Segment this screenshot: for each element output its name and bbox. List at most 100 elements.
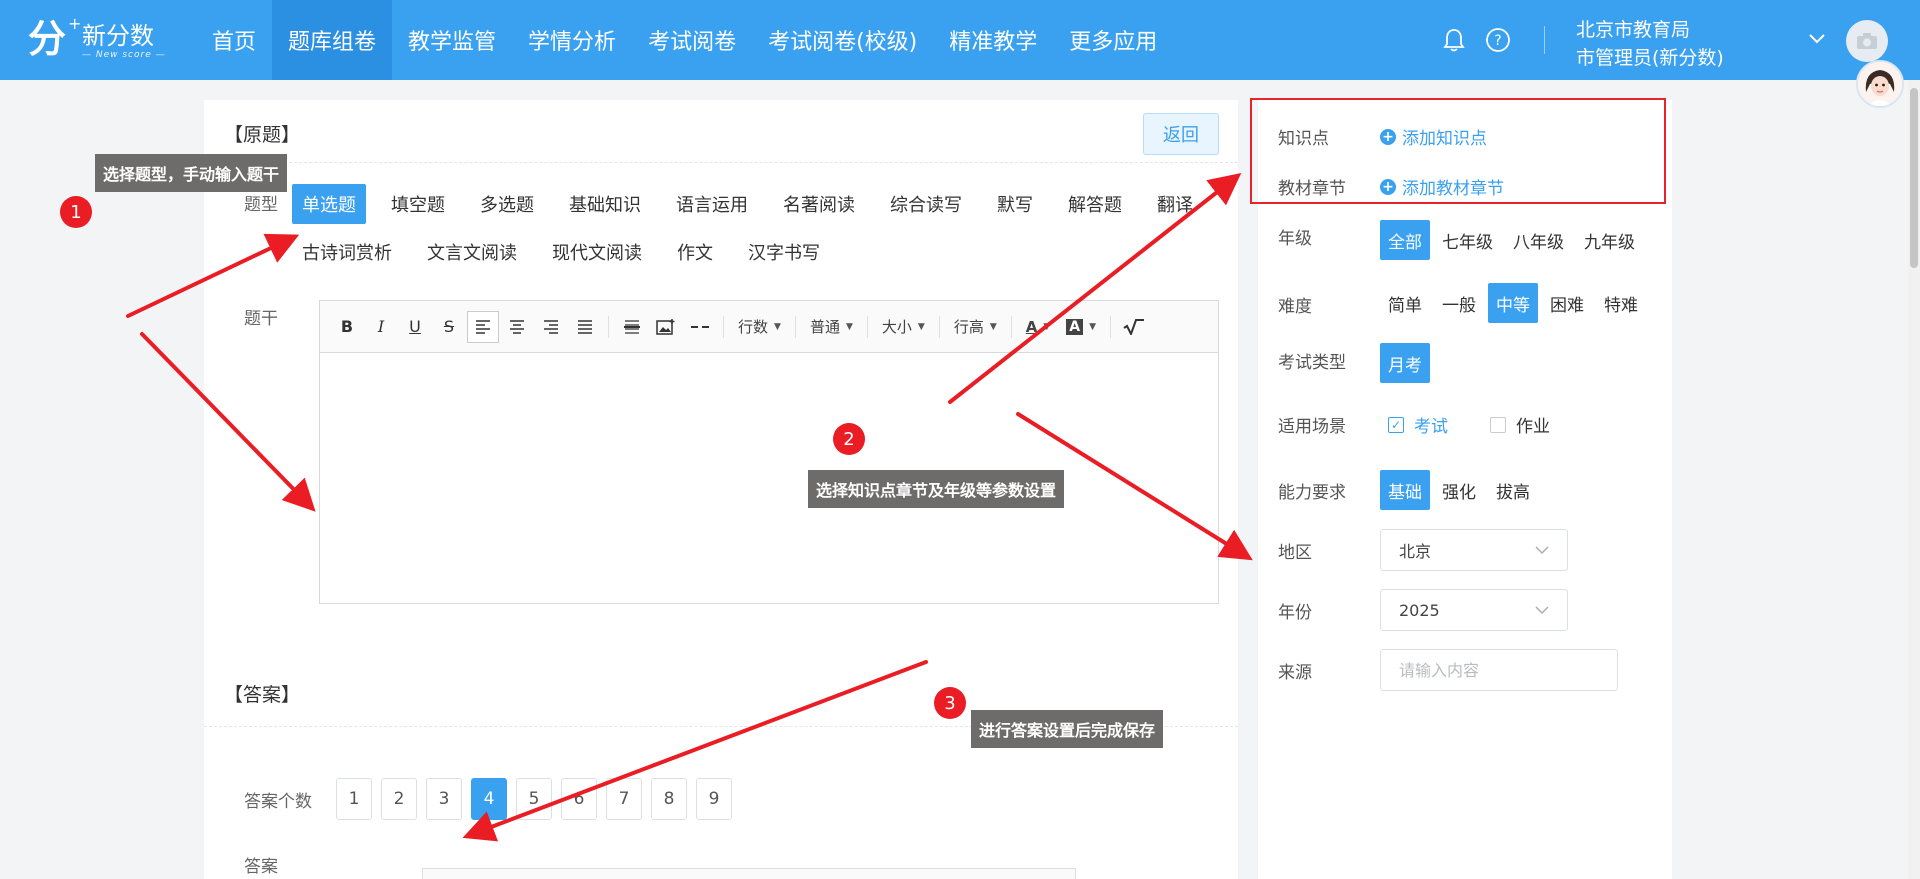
logo-tagline: — New score — <box>82 50 166 60</box>
scene-homework-checkbox[interactable]: 作业 <box>1490 412 1550 437</box>
answer-count-group: 答案个数 1 2 3 4 5 6 7 8 9 <box>244 778 741 820</box>
difficulty-very-hard[interactable]: 特难 <box>1596 283 1646 323</box>
formula-icon[interactable] <box>1118 311 1150 343</box>
background-color-dropdown[interactable]: A ▼ <box>1058 311 1104 343</box>
insert-image-icon[interactable] <box>650 311 682 343</box>
type-modern-reading[interactable]: 现代文阅读 <box>542 232 652 272</box>
difficulty-hard[interactable]: 困难 <box>1542 283 1592 323</box>
difficulty-label: 难度 <box>1278 297 1312 317</box>
nav-item-precise-teaching[interactable]: 精准教学 <box>933 0 1053 80</box>
check-icon: ✓ <box>1388 416 1404 433</box>
nav-divider <box>1544 26 1545 54</box>
italic-button[interactable]: I <box>365 311 397 343</box>
nav-item-learning-analysis[interactable]: 学情分析 <box>512 0 632 80</box>
step-tip-3: 进行答案设置后完成保存 <box>971 710 1164 748</box>
editor-toolbar: B I U S 行数 ▼ 普通 ▼ 大小 ▼ 行高 ▼ A ▼ A ▼ <box>320 301 1218 353</box>
rich-text-editor: B I U S 行数 ▼ 普通 ▼ 大小 ▼ 行高 ▼ A ▼ A ▼ <box>319 300 1219 604</box>
align-right-icon[interactable] <box>535 311 567 343</box>
line-count-dropdown[interactable]: 行数 ▼ <box>730 311 789 343</box>
line-height-dropdown[interactable]: 行高 ▼ <box>946 311 1005 343</box>
difficulty-easy[interactable]: 简单 <box>1380 283 1430 323</box>
font-color-dropdown[interactable]: A ▼ <box>1018 311 1059 343</box>
type-classic-reading[interactable]: 名著阅读 <box>773 184 865 224</box>
answer-count-7[interactable]: 7 <box>606 778 642 820</box>
answer-count-9[interactable]: 9 <box>696 778 732 820</box>
underline-button[interactable]: U <box>399 311 431 343</box>
align-center-icon[interactable] <box>501 311 533 343</box>
chevron-down-icon <box>1535 605 1549 614</box>
difficulty-medium[interactable]: 中等 <box>1488 283 1538 323</box>
type-classical-reading[interactable]: 文言文阅读 <box>417 232 527 272</box>
answer-option-input[interactable] <box>422 868 1076 879</box>
bold-button[interactable]: B <box>331 311 363 343</box>
answer-count-5[interactable]: 5 <box>516 778 552 820</box>
divider <box>204 162 1238 163</box>
answer-count-3[interactable]: 3 <box>426 778 462 820</box>
nav-item-exam-grading[interactable]: 考试阅卷 <box>632 0 752 80</box>
page-scrollbar[interactable] <box>1908 80 1920 879</box>
align-left-icon[interactable] <box>467 310 499 343</box>
original-section-title: 【原题】 <box>224 124 301 146</box>
question-editor-card: 【原题】 返回 题型 单选题 填空题 多选题 基础知识 语言运用 名著阅读 综合… <box>204 100 1238 879</box>
answer-count-4[interactable]: 4 <box>471 778 507 820</box>
type-answer[interactable]: 解答题 <box>1058 184 1132 224</box>
ability-options: 基础 强化 拔高 <box>1380 470 1542 510</box>
chevron-down-icon[interactable] <box>1808 30 1826 49</box>
ability-reinforce[interactable]: 强化 <box>1434 470 1484 510</box>
scrollbar-thumb[interactable] <box>1910 88 1918 268</box>
grade-8[interactable]: 八年级 <box>1505 220 1572 260</box>
logo-name: 新分数 <box>82 22 154 50</box>
difficulty-normal[interactable]: 一般 <box>1434 283 1484 323</box>
type-single-choice[interactable]: 单选题 <box>292 184 366 224</box>
answer-count-1[interactable]: 1 <box>336 778 372 820</box>
year-select[interactable]: 2025 <box>1380 589 1568 631</box>
type-ancient-poetry[interactable]: 古诗词赏析 <box>292 232 402 272</box>
nav-item-more-apps[interactable]: 更多应用 <box>1053 0 1173 80</box>
type-composition[interactable]: 作文 <box>667 232 723 272</box>
question-type-list: 单选题 填空题 多选题 基础知识 语言运用 名著阅读 综合读写 默写 解答题 翻… <box>292 184 1212 280</box>
user-info[interactable]: 北京市教育局 市管理员(新分数) <box>1576 16 1724 72</box>
nav-item-teaching-supervision[interactable]: 教学监管 <box>392 0 512 80</box>
type-translation[interactable]: 翻译 <box>1147 184 1203 224</box>
exam-type-monthly[interactable]: 月考 <box>1380 343 1430 383</box>
answer-count-2[interactable]: 2 <box>381 778 417 820</box>
region-select[interactable]: 北京 <box>1380 529 1568 571</box>
ability-basic[interactable]: 基础 <box>1380 470 1430 510</box>
grade-all[interactable]: 全部 <box>1380 220 1430 260</box>
top-nav-bar: 分 + 新分数 — New score — 首页 题库组卷 教学监管 学情分析 考… <box>0 0 1920 80</box>
grade-7[interactable]: 七年级 <box>1434 220 1501 260</box>
type-basic-knowledge[interactable]: 基础知识 <box>559 184 651 224</box>
type-multi-choice[interactable]: 多选题 <box>470 184 544 224</box>
svg-text:?: ? <box>1494 33 1501 49</box>
align-justify-icon[interactable] <box>569 311 601 343</box>
help-icon[interactable]: ? <box>1484 26 1512 54</box>
camera-icon[interactable] <box>1846 20 1888 62</box>
type-character-writing[interactable]: 汉字书写 <box>738 232 830 272</box>
grade-9[interactable]: 九年级 <box>1576 220 1643 260</box>
bell-icon[interactable] <box>1440 26 1468 54</box>
exam-type-label: 考试类型 <box>1278 353 1346 373</box>
step-tip-2: 选择知识点章节及年级等参数设置 <box>808 470 1065 508</box>
type-fill-blank[interactable]: 填空题 <box>381 184 455 224</box>
type-reading-writing[interactable]: 综合读写 <box>880 184 972 224</box>
dashed-line-icon[interactable] <box>684 311 716 343</box>
answer-count-6[interactable]: 6 <box>561 778 597 820</box>
nav-item-home[interactable]: 首页 <box>196 0 272 80</box>
horizontal-line-icon[interactable] <box>616 311 648 343</box>
nav-item-question-bank[interactable]: 题库组卷 <box>272 0 393 80</box>
strikethrough-button[interactable]: S <box>433 311 465 343</box>
answer-count-8[interactable]: 8 <box>651 778 687 820</box>
back-button[interactable]: 返回 <box>1143 113 1219 155</box>
answer-section-title: 【答案】 <box>224 684 301 706</box>
logo[interactable]: 分 + 新分数 — New score — <box>28 10 168 72</box>
type-dictation[interactable]: 默写 <box>987 184 1043 224</box>
scene-label: 适用场景 <box>1278 417 1346 437</box>
type-language-use[interactable]: 语言运用 <box>666 184 758 224</box>
ability-advanced[interactable]: 拔高 <box>1488 470 1538 510</box>
font-size-dropdown[interactable]: 大小 ▼ <box>874 311 933 343</box>
nav-item-exam-grading-school[interactable]: 考试阅卷(校级) <box>752 0 933 80</box>
source-input[interactable] <box>1380 649 1618 691</box>
avatar[interactable] <box>1856 60 1904 108</box>
scene-exam-checkbox[interactable]: ✓ 考试 <box>1388 412 1448 437</box>
paragraph-style-dropdown[interactable]: 普通 ▼ <box>802 311 861 343</box>
